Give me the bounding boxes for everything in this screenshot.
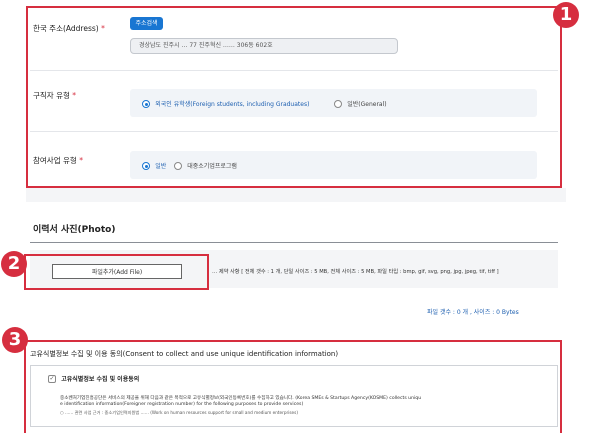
highlight-box-3 bbox=[24, 340, 562, 433]
badge-3: 3 bbox=[2, 327, 28, 353]
highlight-box-2 bbox=[24, 254, 209, 290]
file-constraints: … 제약 사항 [ 전체 갯수 : 1 개, 단일 사이즈 : 5 MB, 전체… bbox=[212, 269, 499, 275]
photo-title: 이력서 사진(Photo) bbox=[33, 225, 116, 235]
badge-1: 1 bbox=[553, 2, 579, 28]
file-count: 파일 갯수 : 0 개 , 사이즈 : 0 Bytes bbox=[427, 309, 519, 316]
highlight-box-1 bbox=[26, 6, 562, 188]
badge-2: 2 bbox=[1, 251, 27, 277]
